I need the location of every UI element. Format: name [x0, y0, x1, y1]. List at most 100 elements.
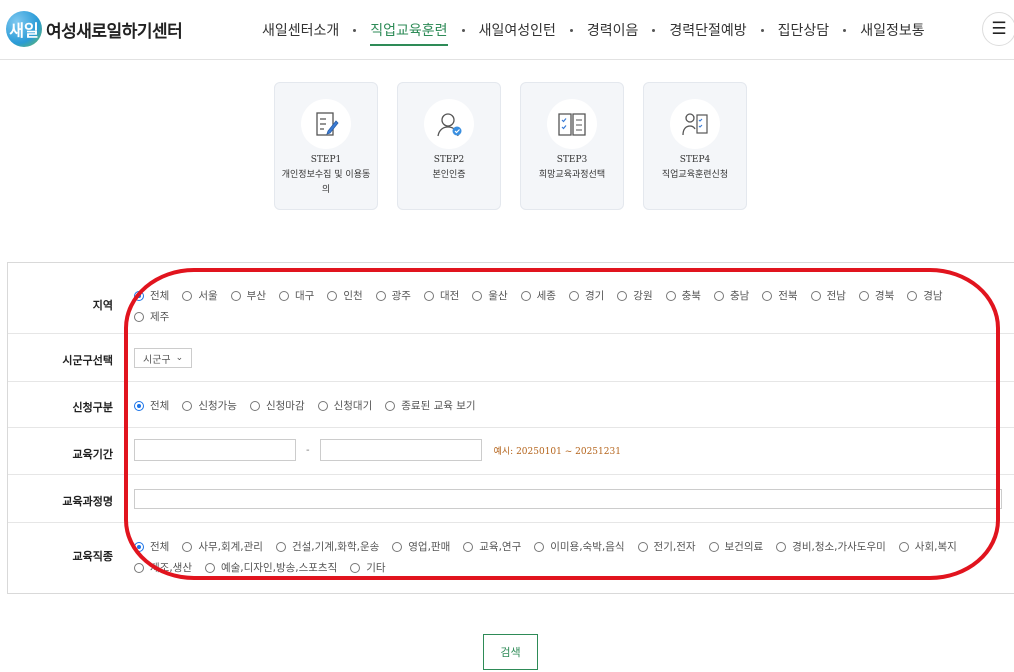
radio-circle-icon — [423, 290, 434, 301]
radio-circle-icon — [392, 541, 403, 552]
period-separator: - — [306, 444, 310, 456]
nav-item[interactable]: 경력단절예방 — [655, 0, 760, 60]
radio-option[interactable]: 전체 — [134, 288, 169, 303]
region-row: 지역 전체 서울 부산 대구 인천 광주 대전 울산 세종 경기 강원 충북 충남 전북 전남 경북 경남제주 — [8, 263, 1014, 334]
step-4: STEP4 직업교육훈련신청 — [643, 82, 747, 210]
apply-type-label: 신청구분 — [72, 401, 113, 414]
nav-item[interactable]: 집단상담 — [764, 0, 844, 60]
radio-option[interactable]: 경남 — [907, 288, 943, 303]
radio-label: 경기 — [584, 290, 605, 302]
job-type-radio-group: 전체 사무,회계,관리 건설,기계,화학,운송 영업,판매 교육,연구 이미용,숙박,음식… — [134, 539, 1002, 575]
step-title: STEP2 — [433, 155, 465, 165]
radio-option[interactable]: 전남 — [810, 288, 846, 303]
radio-option[interactable]: 기타 — [350, 560, 386, 575]
radio-option[interactable]: 서울 — [182, 288, 218, 303]
document-pen-icon — [301, 99, 351, 149]
radio-option[interactable]: 세종 — [520, 288, 556, 303]
radio-option[interactable]: 전북 — [762, 288, 798, 303]
radio-label: 영업,판매 — [408, 541, 451, 553]
radio-option[interactable]: 제조,생산 — [134, 560, 192, 575]
site-logo[interactable]: 새일 여성새로일하기센터 — [6, 11, 183, 47]
district-row: 시군구선택 시군구 ⌄ — [8, 334, 1014, 382]
radio-circle-icon — [275, 541, 286, 552]
course-name-input[interactable] — [134, 489, 1002, 509]
radio-circle-icon — [134, 290, 144, 301]
radio-option[interactable]: 건설,기계,화학,운송 — [275, 539, 379, 554]
period-end-input[interactable] — [319, 439, 482, 461]
main-nav: 새일센터소개 직업교육훈련 새일여성인턴 경력이음 경력단절예방 집단상담 새일정보통 — [248, 0, 939, 60]
radio-option[interactable]: 종료된 교육 보기 — [385, 398, 476, 413]
radio-option[interactable]: 교육,연구 — [463, 539, 521, 554]
radio-option[interactable]: 보건의료 — [708, 539, 763, 554]
radio-option[interactable]: 경비,청소,가사도우미 — [776, 539, 886, 554]
radio-circle-icon — [665, 290, 676, 301]
step-desc: 직업교육훈련신청 — [661, 170, 729, 180]
radio-option[interactable]: 인천 — [327, 288, 363, 303]
nav-item[interactable]: 새일정보통 — [846, 0, 938, 60]
step-3: STEP3 희망교육과정선택 — [520, 82, 624, 210]
radio-label: 종료된 교육 보기 — [401, 400, 476, 412]
radio-option[interactable]: 경기 — [568, 288, 605, 303]
radio-option[interactable]: 사무,회계,관리 — [182, 539, 263, 554]
radio-option[interactable]: 예술,디자인,방송,스포츠직 — [204, 560, 337, 575]
radio-circle-icon — [385, 400, 396, 411]
radio-label: 전북 — [778, 290, 798, 302]
step-title: STEP4 — [679, 155, 711, 165]
nav-item[interactable]: 직업교육훈련 — [356, 0, 461, 60]
region-label: 지역 — [92, 299, 113, 312]
radio-circle-icon — [762, 290, 773, 301]
radio-option[interactable]: 강원 — [617, 288, 653, 303]
radio-option[interactable]: 신청가능 — [182, 398, 237, 413]
radio-option[interactable]: 전체 — [134, 398, 169, 413]
step-title: STEP3 — [556, 155, 588, 165]
search-button[interactable]: 검색 — [483, 634, 538, 670]
step-1: STEP1 개인정보수집 및 이용동의 — [274, 82, 378, 210]
radio-option[interactable]: 부산 — [230, 288, 266, 303]
radio-option[interactable]: 경북 — [858, 288, 894, 303]
radio-option[interactable]: 전체 — [134, 539, 169, 554]
radio-circle-icon — [230, 290, 241, 301]
radio-label: 신청가능 — [198, 400, 237, 412]
radio-option[interactable]: 이미용,숙박,음식 — [534, 539, 625, 554]
radio-circle-icon — [617, 290, 628, 301]
period-label: 교육기간 — [72, 448, 113, 461]
radio-circle-icon — [810, 290, 821, 301]
logo-mark-icon: 새일 — [6, 11, 42, 47]
radio-label: 충남 — [729, 290, 750, 302]
district-select-value: 시군구 — [143, 354, 171, 366]
radio-circle-icon — [327, 290, 338, 301]
nav-item[interactable]: 경력이음 — [573, 0, 653, 60]
radio-option[interactable]: 신청대기 — [317, 398, 373, 413]
radio-label: 신청대기 — [333, 400, 373, 412]
radio-circle-icon — [858, 290, 869, 301]
period-start-input[interactable] — [134, 439, 296, 461]
radio-label: 사회,복지 — [914, 541, 957, 553]
radio-option[interactable]: 사회,복지 — [898, 539, 957, 554]
radio-option[interactable]: 대구 — [278, 288, 314, 303]
radio-option[interactable]: 광주 — [375, 288, 411, 303]
menu-button[interactable]: ☰ — [982, 12, 1014, 46]
radio-circle-icon — [568, 290, 579, 301]
hamburger-icon: ☰ — [991, 19, 1007, 39]
radio-label: 사무,회계,관리 — [198, 541, 263, 553]
radio-option[interactable]: 대전 — [423, 288, 459, 303]
radio-circle-icon — [713, 290, 724, 301]
radio-option[interactable]: 전기,전자 — [637, 539, 696, 554]
district-select[interactable]: 시군구 ⌄ — [134, 348, 193, 368]
radio-option[interactable]: 영업,판매 — [392, 539, 450, 554]
radio-option[interactable]: 제주 — [134, 309, 169, 324]
step-title: STEP1 — [310, 155, 342, 165]
radio-label: 세종 — [536, 290, 556, 302]
user-verified-icon — [424, 99, 474, 149]
radio-label: 전체 — [150, 400, 170, 412]
radio-label: 제주 — [150, 311, 170, 323]
radio-option[interactable]: 울산 — [472, 288, 508, 303]
nav-item[interactable]: 새일여성인턴 — [465, 0, 570, 60]
radio-option[interactable]: 신청마감 — [249, 398, 305, 413]
radio-label: 교육,연구 — [479, 541, 522, 553]
radio-label: 부산 — [246, 290, 266, 302]
radio-option[interactable]: 충남 — [713, 288, 750, 303]
nav-item[interactable]: 새일센터소개 — [248, 0, 353, 60]
step-desc: 희망교육과정선택 — [538, 170, 606, 180]
radio-option[interactable]: 충북 — [665, 288, 701, 303]
